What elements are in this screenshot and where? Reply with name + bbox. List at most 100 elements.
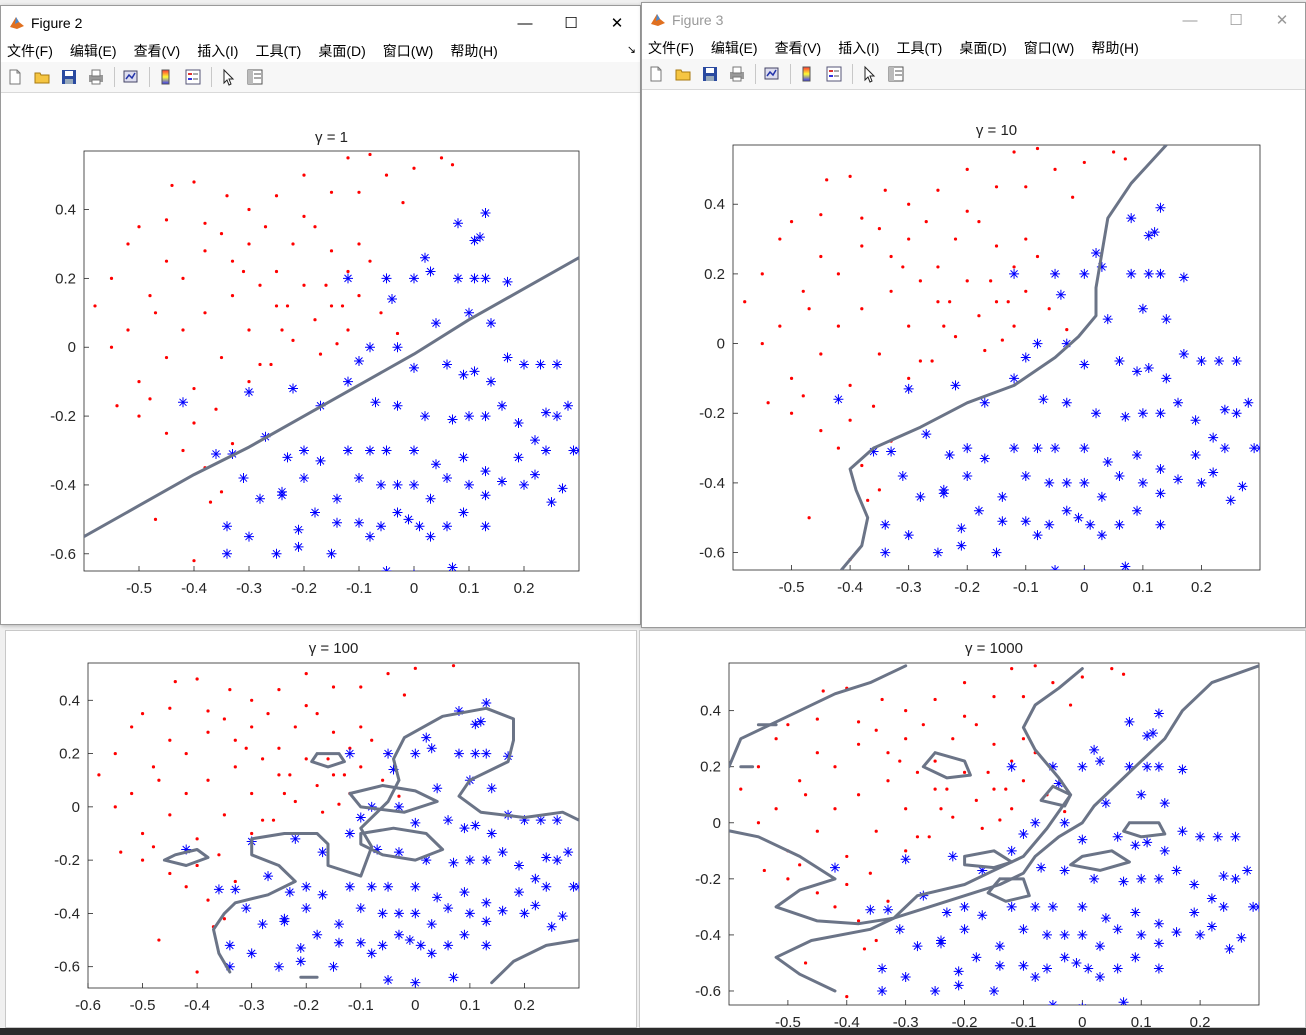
class1-point	[798, 779, 802, 783]
new-figure-icon[interactable]	[4, 66, 26, 88]
class1-point	[762, 868, 766, 873]
class1-point	[258, 362, 262, 367]
class2-point	[381, 566, 392, 571]
class1-point	[130, 725, 134, 729]
y-tick-label: -0.4	[695, 927, 721, 944]
y-tick-label: 0.2	[55, 270, 76, 287]
class2-point	[497, 905, 508, 916]
class1-point	[819, 254, 823, 259]
insert-legend-icon[interactable]	[182, 66, 204, 88]
insert-colorbar-icon[interactable]	[155, 66, 177, 88]
menu-view[interactable]: 查看(V)	[775, 38, 822, 58]
pointer-icon[interactable]	[858, 63, 880, 85]
class2-point	[238, 473, 249, 484]
class1-point	[291, 338, 295, 342]
menu-window[interactable]: 窗口(W)	[1024, 38, 1075, 58]
class1-point	[93, 304, 97, 308]
class1-point	[293, 725, 297, 729]
class1-point	[304, 672, 308, 676]
property-inspector-icon[interactable]	[244, 66, 266, 88]
class1-point	[977, 314, 981, 318]
class1-point	[329, 249, 334, 253]
class1-point	[153, 517, 158, 521]
class1-point	[760, 272, 764, 276]
x-tick-label: -0.5	[775, 1014, 801, 1027]
menu-edit[interactable]: 编辑(E)	[70, 41, 117, 61]
figure-3-titlebar[interactable]: Figure 3 ― ☐ ✕	[642, 3, 1305, 37]
menu-insert[interactable]: 插入(I)	[838, 38, 879, 58]
menu-view[interactable]: 查看(V)	[134, 41, 181, 61]
class1-point	[315, 712, 319, 716]
class1-point	[877, 488, 881, 492]
class2-point	[1155, 488, 1166, 499]
class2-point	[1178, 272, 1189, 283]
insert-legend-icon[interactable]	[823, 63, 845, 85]
insert-colorbar-icon[interactable]	[796, 63, 818, 85]
class2-point	[921, 429, 932, 440]
save-icon[interactable]	[58, 66, 80, 88]
new-figure-icon[interactable]	[645, 63, 667, 85]
figure-2-titlebar[interactable]: Figure 2 ― ☐ ✕	[1, 6, 640, 40]
class2-point	[530, 469, 540, 480]
x-tick-label: 0.2	[1191, 579, 1212, 596]
class2-point	[932, 547, 943, 558]
menu-help[interactable]: 帮助(H)	[1091, 38, 1138, 58]
class1-point	[1006, 300, 1010, 304]
class1-point	[368, 152, 372, 157]
class1-point	[871, 404, 876, 408]
close-button[interactable]: ✕	[1259, 3, 1305, 37]
maximize-button[interactable]: ☐	[548, 6, 594, 40]
dock-arrow-icon[interactable]: ↘	[627, 43, 636, 56]
class2-point	[1091, 408, 1102, 419]
menu-window[interactable]: 窗口(W)	[383, 41, 434, 61]
class1-point	[886, 779, 890, 783]
pointer-icon[interactable]	[217, 66, 239, 88]
save-icon[interactable]	[699, 63, 721, 85]
class1-point	[927, 835, 931, 839]
class1-point	[786, 723, 790, 727]
class1-point	[994, 244, 999, 248]
menu-desktop[interactable]: 桌面(D)	[959, 38, 1006, 58]
minimize-button[interactable]: ―	[502, 6, 548, 40]
print-icon[interactable]	[726, 63, 748, 85]
class1-point	[315, 783, 319, 788]
menu-tools[interactable]: 工具(T)	[255, 41, 301, 61]
class2-point	[1148, 728, 1158, 739]
class1-point	[866, 498, 870, 502]
class1-point	[986, 770, 990, 774]
menu-desktop[interactable]: 桌面(D)	[318, 41, 365, 61]
property-inspector-icon[interactable]	[885, 63, 907, 85]
class2-point	[381, 445, 392, 456]
class2-point	[469, 366, 480, 377]
maximize-button[interactable]: ☐	[1213, 3, 1259, 37]
link-plot-icon[interactable]	[761, 63, 783, 85]
menu-file[interactable]: 文件(F)	[648, 38, 694, 58]
class2-point	[459, 823, 470, 834]
class1-point	[918, 279, 922, 283]
class1-point	[206, 778, 210, 782]
class1-point	[860, 307, 864, 311]
class1-point	[195, 837, 199, 841]
print-icon[interactable]	[85, 66, 107, 88]
class1-point	[346, 269, 350, 274]
class1-point	[760, 341, 764, 346]
minimize-button[interactable]: ―	[1167, 3, 1213, 37]
open-file-icon[interactable]	[672, 63, 694, 85]
menu-insert[interactable]: 插入(I)	[197, 41, 238, 61]
class2-point	[830, 862, 840, 873]
class2-point	[1237, 481, 1248, 492]
open-file-icon[interactable]	[31, 66, 53, 88]
class1-point	[381, 778, 385, 782]
class1-point	[97, 773, 101, 777]
class2-point	[535, 359, 546, 370]
class2-point	[502, 352, 513, 363]
class2-point	[299, 445, 309, 456]
menu-edit[interactable]: 编辑(E)	[711, 38, 758, 58]
menu-file[interactable]: 文件(F)	[7, 41, 53, 61]
close-button[interactable]: ✕	[594, 6, 640, 40]
class2-point	[897, 470, 908, 481]
menu-help[interactable]: 帮助(H)	[450, 41, 497, 61]
class2-point	[979, 453, 990, 464]
link-plot-icon[interactable]	[120, 66, 142, 88]
menu-tools[interactable]: 工具(T)	[896, 38, 942, 58]
